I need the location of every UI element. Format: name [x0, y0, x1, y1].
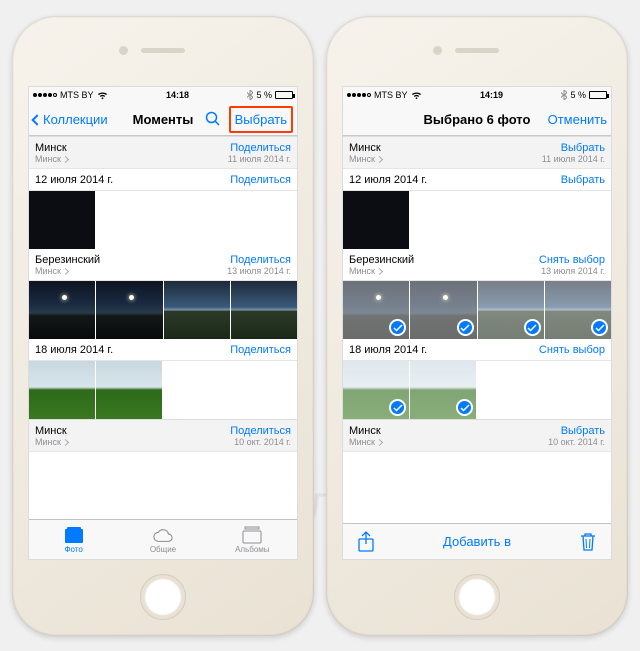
clock: 14:18	[166, 90, 189, 100]
selection-toolbar: Добавить в	[343, 523, 611, 559]
carrier-label: MTS BY	[60, 90, 94, 100]
select-section-link[interactable]: Выбрать	[548, 425, 605, 437]
chevron-right-icon	[62, 438, 69, 445]
search-icon[interactable]	[205, 111, 221, 127]
section-header[interactable]: МинскМинск Поделиться11 июля 2014 г.	[29, 136, 297, 169]
select-section-link[interactable]: Выбрать	[542, 142, 605, 154]
chevron-left-icon	[31, 114, 42, 125]
check-icon	[457, 319, 474, 336]
photo-thumb[interactable]	[343, 191, 409, 249]
section-header[interactable]: БерезинскийМинск Снять выбор13 июля 2014…	[343, 249, 611, 281]
nav-bar: Коллекции Моменты Выбрать	[29, 103, 297, 136]
thumbnail-row	[29, 361, 297, 419]
photo-thumb[interactable]	[29, 361, 95, 419]
wifi-icon	[411, 91, 422, 100]
photo-thumb-selected[interactable]	[545, 281, 611, 339]
section-header[interactable]: 18 июля 2014 г. Поделиться	[29, 339, 297, 361]
photo-thumb-selected[interactable]	[410, 281, 476, 339]
tab-shared[interactable]: Общие	[118, 520, 207, 559]
camera-dot	[119, 46, 128, 55]
check-icon	[456, 399, 473, 416]
photo-thumb-selected[interactable]	[343, 361, 409, 419]
phone-frame-left: MTS BY 14:18 5 % Коллекции Моменты Выбра…	[12, 16, 314, 636]
thumbnail-row	[343, 191, 611, 249]
share-link[interactable]: Поделиться	[230, 174, 291, 186]
check-icon	[591, 319, 608, 336]
phone-frame-right: MTS BY 14:19 5 % Выбрано 6 фото Отменить…	[326, 16, 628, 636]
back-button[interactable]: Коллекции	[29, 112, 112, 127]
status-bar: MTS BY 14:18 5 %	[29, 87, 297, 103]
trash-icon[interactable]	[579, 531, 597, 553]
photos-icon	[64, 526, 84, 544]
photo-thumb[interactable]	[164, 281, 230, 339]
share-link[interactable]: Поделиться	[230, 425, 291, 437]
share-link[interactable]: Поделиться	[227, 254, 291, 266]
chevron-right-icon	[62, 155, 69, 162]
photo-thumb-selected[interactable]	[343, 281, 409, 339]
status-bar: MTS BY 14:19 5 %	[343, 87, 611, 103]
deselect-section-link[interactable]: Снять выбор	[539, 344, 605, 356]
select-button[interactable]: Выбрать	[229, 106, 293, 133]
section-header[interactable]: 12 июля 2014 г. Выбрать	[343, 169, 611, 191]
battery-icon	[275, 91, 293, 99]
cancel-button[interactable]: Отменить	[544, 112, 611, 127]
photo-thumb[interactable]	[96, 281, 162, 339]
share-link[interactable]: Поделиться	[228, 142, 291, 154]
home-button[interactable]	[454, 574, 500, 620]
addto-button[interactable]: Добавить в	[443, 534, 511, 549]
tab-albums[interactable]: Альбомы	[208, 520, 297, 559]
chevron-right-icon	[62, 267, 69, 274]
signal-dots-icon	[347, 93, 371, 97]
moments-scroll[interactable]: МинскМинск Поделиться11 июля 2014 г. 12 …	[29, 136, 297, 519]
cloud-icon	[153, 526, 173, 544]
moments-scroll[interactable]: МинскМинск Выбрать11 июля 2014 г. 12 июл…	[343, 136, 611, 523]
speaker-slot	[455, 48, 499, 53]
chevron-right-icon	[376, 155, 383, 162]
screen-left: MTS BY 14:18 5 % Коллекции Моменты Выбра…	[28, 86, 298, 560]
tab-photos[interactable]: Фото	[29, 520, 118, 559]
thumbnail-row	[29, 191, 297, 249]
photo-thumb[interactable]	[29, 191, 95, 249]
photo-thumb-selected[interactable]	[410, 361, 476, 419]
thumbnail-row	[343, 361, 611, 419]
tab-bar: Фото Общие Альбомы	[29, 519, 297, 559]
section-header[interactable]: МинскМинск Выбрать11 июля 2014 г.	[343, 136, 611, 169]
bluetooth-icon	[247, 90, 253, 100]
check-icon	[524, 319, 541, 336]
photo-thumb[interactable]	[29, 281, 95, 339]
section-header[interactable]: МинскМинск Выбрать10 окт. 2014 г.	[343, 419, 611, 452]
photo-thumb-selected[interactable]	[478, 281, 544, 339]
chevron-right-icon	[376, 438, 383, 445]
battery-percent: 5 %	[570, 90, 586, 100]
thumbnail-row	[29, 281, 297, 339]
battery-icon	[589, 91, 607, 99]
albums-icon	[242, 526, 262, 544]
section-header[interactable]: 12 июля 2014 г. Поделиться	[29, 169, 297, 191]
wifi-icon	[97, 91, 108, 100]
deselect-section-link[interactable]: Снять выбор	[539, 254, 605, 266]
section-header[interactable]: 18 июля 2014 г. Снять выбор	[343, 339, 611, 361]
battery-percent: 5 %	[256, 90, 272, 100]
chevron-right-icon	[376, 267, 383, 274]
section-header[interactable]: МинскМинск Поделиться10 окт. 2014 г.	[29, 419, 297, 452]
speaker-slot	[141, 48, 185, 53]
thumbnail-row	[343, 281, 611, 339]
share-icon[interactable]	[357, 531, 375, 553]
share-link[interactable]: Поделиться	[230, 344, 291, 356]
signal-dots-icon	[33, 93, 57, 97]
bluetooth-icon	[561, 90, 567, 100]
clock: 14:19	[480, 90, 503, 100]
check-icon	[389, 399, 406, 416]
nav-bar: Выбрано 6 фото Отменить	[343, 103, 611, 136]
section-header[interactable]: БерезинскийМинск Поделиться13 июля 2014 …	[29, 249, 297, 281]
carrier-label: MTS BY	[374, 90, 408, 100]
home-button[interactable]	[140, 574, 186, 620]
camera-dot	[433, 46, 442, 55]
photo-thumb[interactable]	[96, 361, 162, 419]
select-section-link[interactable]: Выбрать	[561, 174, 605, 186]
photo-thumb[interactable]	[231, 281, 297, 339]
screen-right: MTS BY 14:19 5 % Выбрано 6 фото Отменить…	[342, 86, 612, 560]
